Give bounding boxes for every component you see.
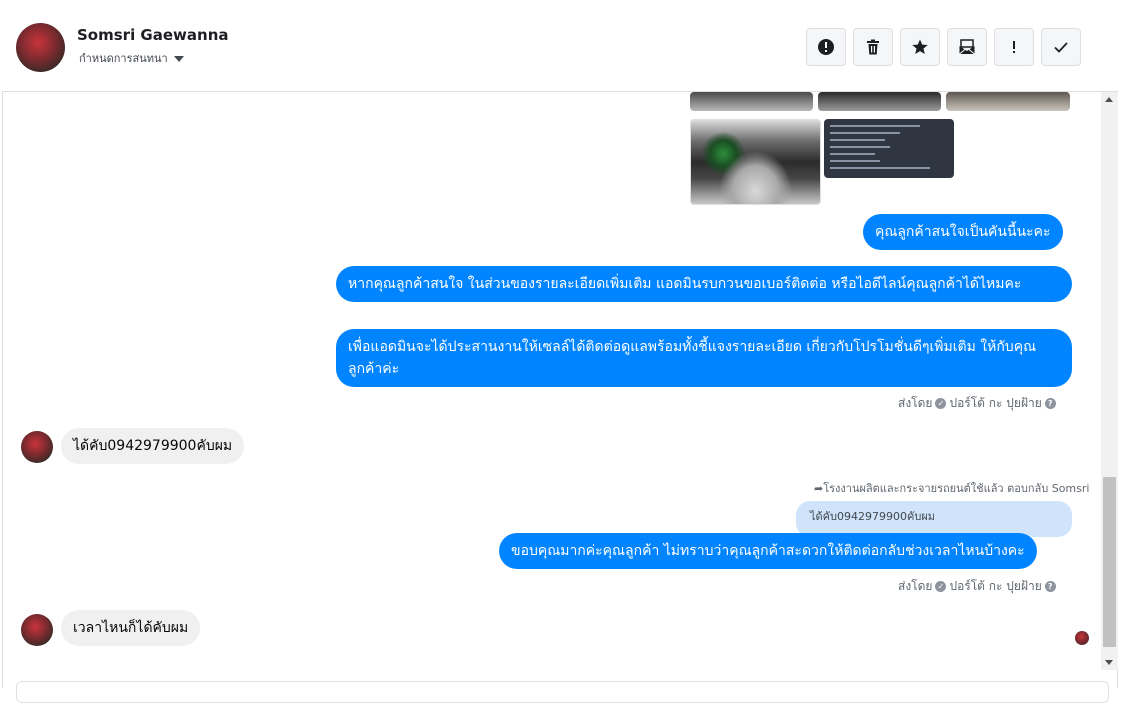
quoted-message[interactable]: ได้คับ0942979900คับผม: [796, 501, 1072, 537]
delete-button[interactable]: [853, 28, 893, 66]
reply-info: ➦โรงงานผลิตและกระจายรถยนต์ใช้แล้ว ตอบกลั…: [814, 479, 1089, 497]
outgoing-message[interactable]: หากคุณลูกค้าสนใจ ในส่วนของรายละเอียดเพิ่…: [336, 266, 1072, 302]
verified-icon: ✓: [935, 398, 947, 409]
sent-by-info: ส่งโดย ✓ ปอร์โต้ กะ ปุยฝ้าย ?: [898, 577, 1056, 596]
sent-by-label: ส่งโดย: [898, 579, 933, 593]
assign-conversation-dropdown[interactable]: กำหนดการสนทนา: [79, 49, 184, 67]
seen-avatar-indicator: [1075, 631, 1089, 645]
incoming-message[interactable]: เวลาไหนก็ได้คับผม: [61, 610, 201, 646]
outgoing-message[interactable]: ขอบคุณมากค่ะคุณลูกค้า ไม่ทราบว่าคุณลูกค้…: [499, 533, 1037, 569]
verified-icon: ✓: [935, 581, 947, 592]
assign-conversation-label: กำหนดการสนทนา: [79, 52, 168, 65]
car-spec-image[interactable]: [824, 119, 954, 178]
scrollbar-thumb[interactable]: [1103, 477, 1116, 647]
car-photo-interior-1[interactable]: [690, 92, 813, 111]
car-photo-interior-2[interactable]: [818, 92, 941, 111]
message-thread[interactable]: คุณลูกค้าสนใจเป็นคันนี้นะคะ หากคุณลูกค้า…: [2, 92, 1101, 680]
exclamation-icon: [1013, 41, 1015, 53]
caret-down-icon: [173, 55, 184, 62]
star-icon: [912, 39, 928, 54]
checkmark-icon: [1054, 42, 1068, 53]
car-photo-engine[interactable]: [690, 119, 821, 205]
contact-name[interactable]: Somsri Gaewanna: [77, 26, 229, 44]
help-icon[interactable]: ?: [1044, 581, 1056, 592]
envelope-icon: [959, 39, 975, 55]
scroll-down-arrow-icon[interactable]: [1105, 660, 1113, 665]
star-button[interactable]: [900, 28, 940, 66]
contact-avatar-small[interactable]: [21, 431, 53, 463]
mark-done-button[interactable]: [1041, 28, 1081, 66]
trash-icon: [867, 39, 879, 55]
help-icon[interactable]: ?: [1044, 398, 1056, 409]
alert-circle-icon: [818, 39, 834, 55]
message-composer[interactable]: [16, 681, 1109, 703]
sender-name[interactable]: ปอร์โต้ กะ ปุยฝ้าย: [949, 394, 1041, 413]
follow-up-button[interactable]: [994, 28, 1034, 66]
incoming-message[interactable]: ได้คับ0942979900คับผม: [61, 428, 245, 464]
sent-by-info: ส่งโดย ✓ ปอร์โต้ กะ ปุยฝ้าย ?: [898, 394, 1056, 413]
contact-avatar-small[interactable]: [21, 614, 53, 646]
conversation-actions: [806, 28, 1081, 66]
contact-avatar[interactable]: [16, 23, 65, 72]
scroll-up-arrow-icon[interactable]: [1105, 97, 1113, 102]
car-photo-interior-3[interactable]: [946, 92, 1070, 111]
outgoing-message[interactable]: คุณลูกค้าสนใจเป็นคันนี้นะคะ: [863, 214, 1063, 250]
conversation-header: Somsri Gaewanna กำหนดการสนทนา: [2, 2, 1118, 92]
sender-name[interactable]: ปอร์โต้ กะ ปุยฝ้าย: [949, 577, 1041, 596]
sent-by-label: ส่งโดย: [898, 396, 933, 410]
thread-scrollbar[interactable]: [1101, 92, 1118, 670]
outgoing-message[interactable]: เพื่อแอดมินจะได้ประสานงานให้เซลล์ได้ติดต…: [336, 329, 1072, 387]
mark-spam-button[interactable]: [806, 28, 846, 66]
reply-info-text: โรงงานผลิตและกระจายรถยนต์ใช้แล้ว ตอบกลับ…: [823, 482, 1090, 495]
mark-unread-button[interactable]: [947, 28, 987, 66]
reply-arrow-icon: ➦: [814, 482, 824, 495]
